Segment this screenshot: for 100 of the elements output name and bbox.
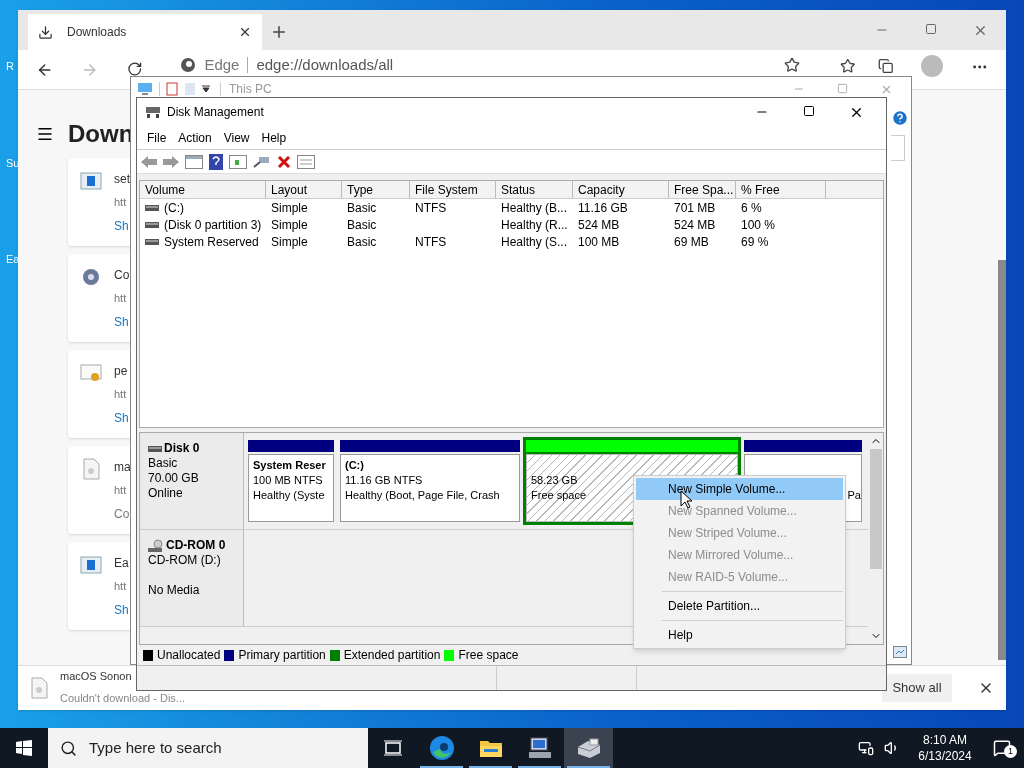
search-icon xyxy=(60,739,77,757)
view-icon[interactable] xyxy=(893,646,907,658)
disk-info: 70.00 GB xyxy=(148,471,199,486)
table-cell: (C:) xyxy=(140,198,266,217)
legend-label: Extended partition xyxy=(343,647,441,664)
browser-tab[interactable]: Downloads xyxy=(28,14,262,50)
download-link[interactable]: Sh xyxy=(114,600,129,619)
download-link[interactable]: Sh xyxy=(114,216,129,235)
folder-icon xyxy=(184,82,196,96)
show-all-button[interactable]: Show all xyxy=(882,674,952,702)
clock-date[interactable]: 6/13/2024 xyxy=(918,748,972,764)
file-url: htt xyxy=(114,291,127,306)
partition-size: 58.23 GB xyxy=(531,473,578,488)
connect-icon[interactable] xyxy=(253,154,271,169)
task-view-icon xyxy=(383,740,402,756)
file-url: htt xyxy=(114,579,127,594)
table-cell-text: NTFS xyxy=(414,233,448,251)
partition-name: (C:) xyxy=(345,458,364,473)
legend-label: Primary partition xyxy=(238,647,326,664)
table-cell-text: Basic xyxy=(346,216,378,234)
file-url: htt xyxy=(114,387,127,402)
new-tab-icon[interactable] xyxy=(270,23,288,41)
column-header[interactable]: Layout xyxy=(266,181,342,198)
table-cell-text: Basic xyxy=(346,233,378,251)
table-cell-text: Healthy (R... xyxy=(500,216,569,234)
menu-item[interactable]: New Simple Volume... xyxy=(636,478,843,500)
table-cell-text: 100 MB xyxy=(577,233,621,251)
menu-item[interactable]: Delete Partition... xyxy=(636,595,843,617)
favorite-icon[interactable] xyxy=(784,57,801,73)
clock-time[interactable]: 8:10 AM xyxy=(923,732,967,748)
menu-item[interactable]: File xyxy=(141,128,173,147)
disk-info: Online xyxy=(148,486,183,501)
maximize-icon[interactable] xyxy=(803,104,815,117)
delete-icon[interactable] xyxy=(277,154,291,169)
download-status: Couldn't download - Dis... xyxy=(60,691,185,705)
help-icon[interactable] xyxy=(209,153,223,170)
site-label: Edge xyxy=(204,54,240,75)
dropdown-caret-icon[interactable] xyxy=(202,85,210,93)
notification-badge: 1 xyxy=(1004,745,1017,758)
favorites-icon[interactable] xyxy=(840,58,856,74)
refresh-icon[interactable] xyxy=(126,61,143,77)
disk-drive-icon xyxy=(575,737,602,759)
table-cell-text: Simple xyxy=(270,216,309,234)
scrollbar-thumb[interactable] xyxy=(869,449,882,569)
table-cell-text: 11.16 GB xyxy=(577,199,629,217)
menu-icon[interactable] xyxy=(36,125,54,143)
partition-status: Free space xyxy=(531,488,587,503)
collections-icon[interactable] xyxy=(877,58,894,74)
help-icon[interactable] xyxy=(891,109,909,127)
download-link[interactable]: Co xyxy=(114,504,130,523)
computer-icon xyxy=(137,82,153,96)
table-cell: (Disk 0 partition 3) xyxy=(140,215,266,234)
panel-icon[interactable] xyxy=(229,154,247,169)
column-header[interactable]: Type xyxy=(342,181,410,198)
legend-label: Unallocated xyxy=(157,647,221,664)
menu-item[interactable]: View xyxy=(217,128,256,147)
column-header[interactable]: Free Spa... xyxy=(669,181,736,198)
column-header[interactable]: File System xyxy=(410,181,496,198)
start-icon[interactable] xyxy=(16,740,32,756)
partition-name: System Reser xyxy=(253,458,326,473)
download-link[interactable]: Sh xyxy=(114,408,129,427)
disk-label-panel[interactable]: Disk 0 Basic 70.00 GB Online xyxy=(140,433,244,529)
file-name: pe xyxy=(114,363,128,380)
search-field[interactable] xyxy=(891,135,905,161)
download-link[interactable]: Sh xyxy=(114,312,129,331)
partition-status: Healthy (Boot, Page File, Crash xyxy=(345,488,500,503)
browser-icon xyxy=(428,735,455,761)
menu-item[interactable]: Action xyxy=(172,128,218,147)
computer-icon xyxy=(527,736,552,760)
column-header[interactable]: % Free xyxy=(736,181,826,198)
column-header[interactable]: Status xyxy=(496,181,573,198)
file-name: macOS Sonon xyxy=(60,669,132,683)
scrollbar-thumb[interactable] xyxy=(998,260,1006,660)
table-cell-text: Healthy (S... xyxy=(500,233,569,251)
disk-drive-icon xyxy=(145,105,161,119)
network-icon[interactable] xyxy=(858,740,874,756)
file-url: htt xyxy=(114,483,127,498)
column-header[interactable]: Capacity xyxy=(573,181,669,198)
disk-info: CD-ROM (D:) xyxy=(148,553,221,568)
file-name: Ea xyxy=(114,555,129,572)
cd-drive-icon xyxy=(148,538,164,553)
file-name: set xyxy=(114,171,130,188)
table-cell-text: Simple xyxy=(270,233,309,251)
close-icon[interactable] xyxy=(238,25,252,39)
table-cell-text: Basic xyxy=(346,199,378,217)
column-header[interactable]: Volume xyxy=(140,181,266,198)
table-cell-text: Healthy (B... xyxy=(500,199,569,217)
menu-item[interactable]: Help xyxy=(636,624,843,646)
drive-icon xyxy=(145,203,159,212)
console-tree-icon[interactable] xyxy=(185,154,203,169)
taskbar-app[interactable] xyxy=(564,728,613,768)
disk-label-panel[interactable]: CD-ROM 0 CD-ROM (D:) No Media xyxy=(140,530,244,626)
menu-item[interactable]: Help xyxy=(255,128,293,147)
search-field[interactable]: Type here to search xyxy=(48,728,368,768)
drive-icon xyxy=(145,237,159,246)
properties-icon[interactable] xyxy=(297,154,315,169)
notifications-icon[interactable] xyxy=(993,739,1011,757)
browser-icon xyxy=(180,57,197,73)
window-title: This PC xyxy=(229,81,272,98)
forward-icon[interactable] xyxy=(163,155,179,168)
